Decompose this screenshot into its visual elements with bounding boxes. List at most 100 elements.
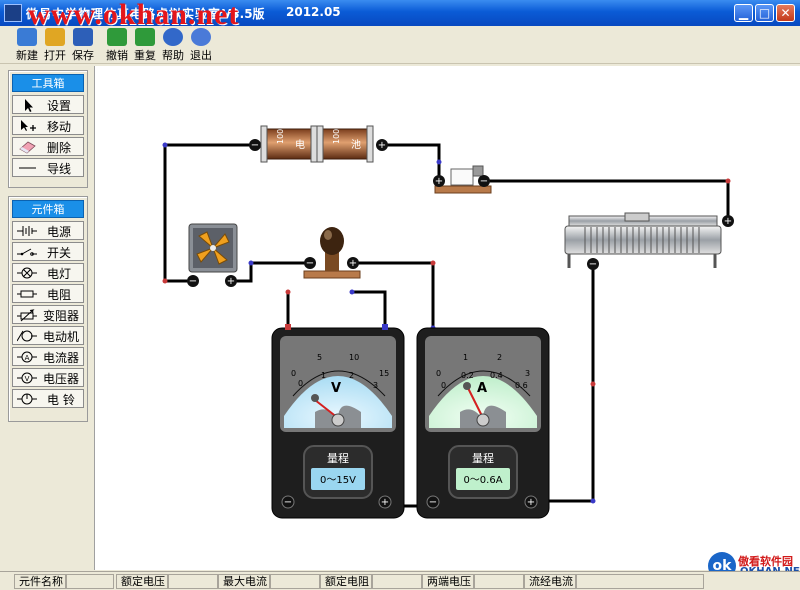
ammeter-scale-bottom-1: 0.2 [461,371,474,380]
open-button[interactable]: 打开 [40,28,70,62]
voltmeter-scale-bottom-0: 0 [298,379,303,388]
voltmeter-range-title: 量程 [327,452,349,465]
window-date: 2012.05 [286,5,341,19]
battery-glyph-1: 电 [295,138,305,151]
components-panel: 元件箱 电源 开关 电灯 电阻 变阻器 电动机 A 电流器 V 电压器 电 铃 [8,196,88,422]
ammeter[interactable]: 0 1 2 3 0 0.2 0.4 0.6 A 量程 0～0.6A − + [416,327,550,519]
svg-text:V: V [25,375,30,383]
ammeter-symbol: A [477,381,487,396]
tool-delete-label: 删除 [47,141,72,155]
component-switch[interactable]: 开关 [12,242,84,261]
status-terminal-voltage-value [474,574,524,589]
ammeter-range[interactable]: 0～0.6A [463,475,502,486]
switch-symbol-icon [17,248,37,256]
tool-select[interactable]: 设置 [12,95,84,114]
component-ammeter[interactable]: A 电流器 [12,347,84,366]
undo-button[interactable]: 撤销 [102,28,132,62]
tool-delete[interactable]: 删除 [12,137,84,156]
motor-fan[interactable]: − + [187,223,238,287]
voltmeter-scale-top-2: 10 [349,353,359,362]
voltmeter-scale-top-0: 0 [291,369,296,378]
redo-button[interactable]: 重复 [130,28,160,62]
ammeter-scale-bottom-2: 0.4 [490,371,503,380]
save-button[interactable]: 保存 [68,28,98,62]
help-button[interactable]: 帮助 [158,28,188,62]
ammeter-range-title: 量程 [472,452,494,465]
component-voltmeter[interactable]: V 电压器 [12,368,84,387]
ammeter-symbol-icon: A [17,351,37,363]
title-bar: 微易中学物理仿真电路虚拟实验室 V3.5版 2012.05 www.okhan.… [0,0,800,31]
voltmeter-scale-top-1: 5 [317,353,322,362]
wire-icon [19,167,36,169]
redo-label: 重复 [134,49,156,62]
svg-text:+: + [527,497,535,508]
toolbox-title: 工具箱 [12,74,84,92]
component-rheostat[interactable]: 变阻器 [12,305,84,324]
exit-label: 退出 [190,49,212,62]
battery-glyph-2: 池 [351,138,361,151]
circuit-canvas[interactable]: − 1000mA 1000mA 电 池 + + − + − − + − + 0 … [94,66,800,570]
voltmeter-symbol: V [331,381,341,396]
status-max-current-value [270,574,320,589]
ammeter-scale-top-0: 0 [436,369,441,378]
voltmeter-scale-bottom-2: 2 [349,371,354,380]
battery-symbol-icon [17,226,37,236]
voltmeter[interactable]: 0 5 10 15 0 1 2 3 V 量程 0～15V − + [271,327,405,519]
component-bell[interactable]: 电 铃 [12,389,84,408]
app-icon[interactable] [4,4,22,22]
rheostat[interactable]: + − [564,212,734,270]
minimize-button[interactable]: ▁ [734,4,753,22]
status-component-name: 元件名称 [14,574,66,589]
new-button[interactable]: 新建 [12,28,42,62]
knife-switch[interactable]: + − [433,165,492,194]
status-rated-voltage-value [168,574,218,589]
status-current-value [576,574,704,589]
component-power[interactable]: 电源 [12,221,84,240]
tool-wire-label: 导线 [47,162,72,176]
exit-button[interactable]: 退出 [186,28,216,62]
circuit-diagram[interactable]: − 1000mA 1000mA 电 池 + + − + − − + − + 0 … [95,66,800,570]
eraser-icon [19,141,36,154]
status-max-current: 最大电流 [218,574,270,589]
component-resistor[interactable]: 电阻 [12,284,84,303]
tool-move-label: 移动 [47,120,72,134]
ammeter-scale-top-3: 3 [525,369,530,378]
ammeter-scale-bottom-0: 0 [441,381,446,390]
component-rheostat-label: 变阻器 [43,309,80,323]
tool-wire[interactable]: 导线 [12,158,84,177]
cursor-arrow-icon [25,99,33,112]
move-icon [21,120,36,131]
svg-text:+: + [227,276,235,287]
svg-text:−: − [480,176,488,187]
push-button-switch[interactable]: − + [303,227,361,279]
tool-move[interactable]: 移动 [12,116,84,135]
voltmeter-range[interactable]: 0～15V [320,475,356,486]
component-motor[interactable]: 电动机 [12,326,84,345]
svg-text:+: + [435,176,443,187]
status-rated-voltage: 额定电压 [116,574,168,589]
svg-text:+: + [349,258,357,269]
toolbar: 新建 打开 保存 撤销 重复 帮助 退出 [0,26,800,64]
open-label: 打开 [44,49,66,62]
component-lamp[interactable]: 电灯 [12,263,84,282]
resistor-symbol-icon [17,290,37,298]
disk-icon [73,28,93,46]
status-terminal-voltage: 两端电压 [422,574,474,589]
svg-text:−: − [306,258,314,269]
svg-text:−: − [429,497,437,508]
component-resistor-label: 电阻 [47,288,72,302]
battery-pack[interactable]: − 1000mA 1000mA 电 池 + [249,110,388,163]
save-label: 保存 [72,49,94,62]
undo-icon [107,28,127,46]
maximize-button[interactable]: □ [755,4,774,22]
svg-text:+: + [724,216,732,227]
component-motor-label: 电动机 [43,330,80,344]
help-label: 帮助 [162,49,184,62]
undo-label: 撤销 [106,49,128,62]
help-icon [163,28,183,46]
component-voltmeter-label: 电压器 [43,372,80,386]
components-title: 元件箱 [12,200,84,218]
close-button[interactable]: ✕ [776,4,795,22]
status-current: 流经电流 [524,574,576,589]
svg-text:−: − [284,497,292,508]
